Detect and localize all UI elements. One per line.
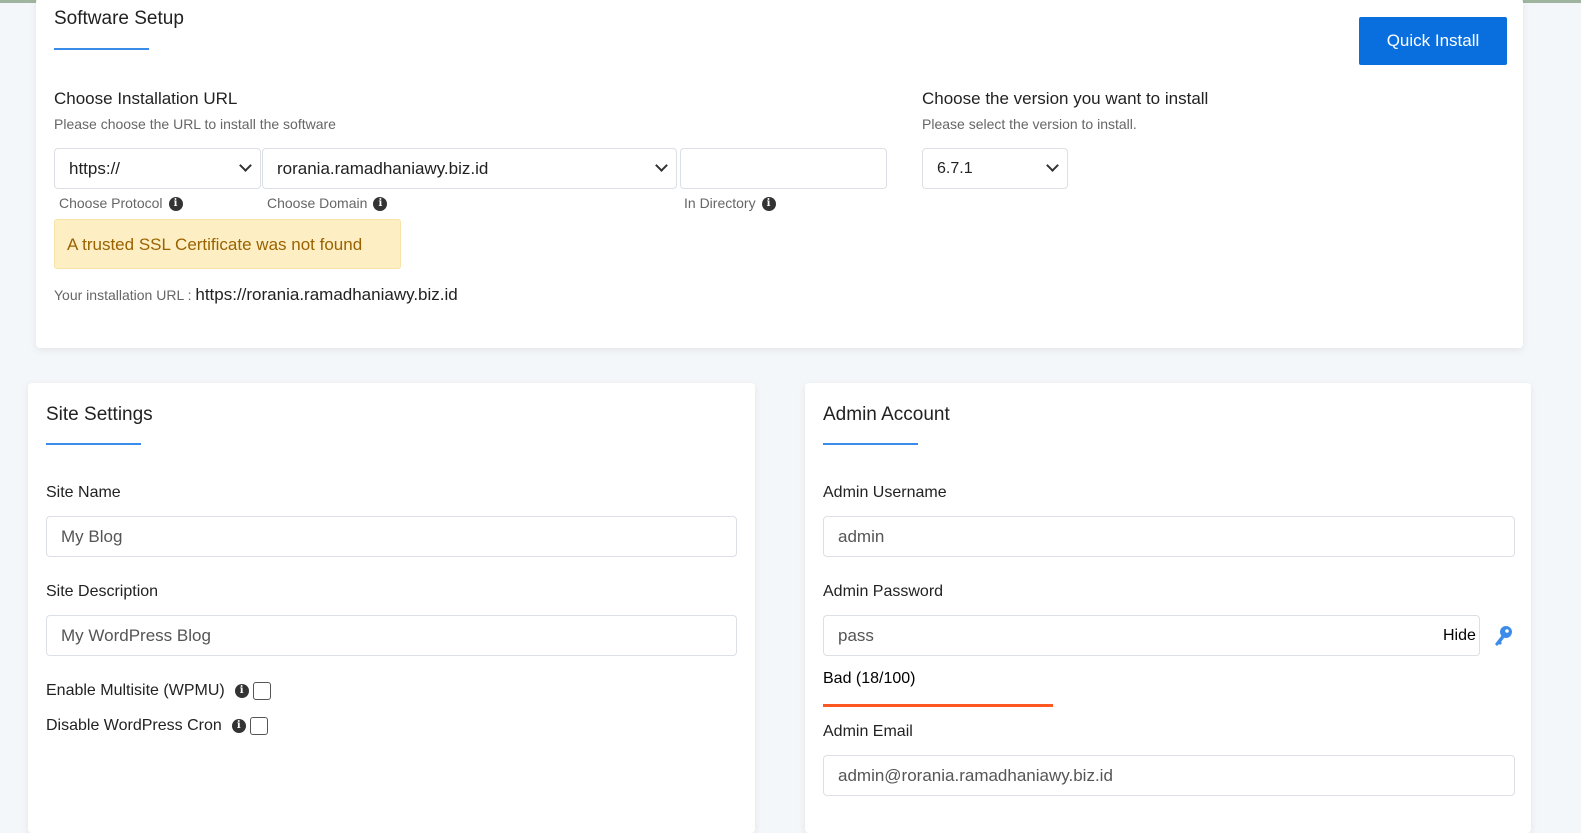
multisite-label: Enable Multisite (WPMU) xyxy=(46,682,225,700)
multisite-checkbox[interactable] xyxy=(252,682,271,700)
domain-value: rorania.ramadhaniawy.biz.id xyxy=(277,158,489,178)
info-icon[interactable]: i xyxy=(761,197,776,212)
directory-label: In Directory i xyxy=(684,195,776,212)
version-value: 6.7.1 xyxy=(937,159,973,177)
admin-email-input[interactable]: admin@rorania.ramadhaniawy.biz.id xyxy=(823,755,1515,796)
hide-password-button[interactable]: Hide xyxy=(1443,627,1476,645)
title-underline xyxy=(823,443,918,445)
admin-account-title: Admin Account xyxy=(823,404,950,425)
admin-password-label: Admin Password xyxy=(823,583,944,600)
scrollbar-track[interactable] xyxy=(1567,3,1581,822)
quick-install-button[interactable]: Quick Install xyxy=(1359,17,1507,65)
version-heading: Choose the version you want to install xyxy=(922,89,1209,108)
site-name-input[interactable]: My Blog xyxy=(46,516,737,557)
cron-checkbox[interactable] xyxy=(249,717,268,735)
ssl-warning: A trusted SSL Certificate was not found xyxy=(54,219,401,269)
site-description-label: Site Description xyxy=(46,583,159,600)
info-icon[interactable]: i xyxy=(234,684,249,698)
version-select[interactable]: 6.7.1 xyxy=(922,148,1068,189)
install-url-row: Your installation URL : https://rorania.… xyxy=(54,285,458,305)
domain-label: Choose Domain i xyxy=(267,195,388,212)
directory-input[interactable] xyxy=(680,148,887,189)
title-underline xyxy=(46,443,141,445)
install-url-value: https://rorania.ramadhaniawy.biz.id xyxy=(195,285,458,304)
version-subtext: Please select the version to install. xyxy=(922,116,1137,132)
admin-username-input[interactable]: admin xyxy=(823,516,1515,557)
chevron-down-icon xyxy=(1046,159,1059,172)
url-heading: Choose Installation URL xyxy=(54,89,238,108)
multisite-row: Enable Multisite (WPMU) i xyxy=(46,682,271,700)
chevron-down-icon xyxy=(239,159,252,172)
site-settings-title: Site Settings xyxy=(46,404,153,425)
domain-label-text: Choose Domain xyxy=(267,195,368,211)
password-strength-bar xyxy=(823,704,1054,707)
chevron-down-icon xyxy=(655,159,668,172)
protocol-label: Choose Protocol i xyxy=(59,195,183,212)
admin-username-label: Admin Username xyxy=(823,484,947,501)
key-icon[interactable] xyxy=(1491,624,1515,648)
directory-label-text: In Directory xyxy=(684,195,756,211)
site-name-label: Site Name xyxy=(46,484,121,501)
title-underline xyxy=(54,48,149,50)
info-icon[interactable]: i xyxy=(168,197,183,212)
software-setup-card: Software Setup Quick Install Choose Inst… xyxy=(36,0,1523,348)
url-subtext: Please choose the URL to install the sof… xyxy=(54,116,336,132)
site-description-input[interactable]: My WordPress Blog xyxy=(46,615,737,656)
cron-row: Disable WordPress Cron i xyxy=(46,717,268,735)
install-url-label: Your installation URL : xyxy=(54,287,192,303)
info-icon[interactable]: i xyxy=(373,197,388,212)
software-setup-title: Software Setup xyxy=(54,8,184,29)
protocol-value: https:// xyxy=(69,158,121,178)
protocol-label-text: Choose Protocol xyxy=(59,195,163,211)
password-strength-text: Bad (18/100) xyxy=(823,670,916,687)
site-settings-card: Site Settings Site Name My Blog Site Des… xyxy=(28,383,755,833)
cron-label: Disable WordPress Cron xyxy=(46,717,222,735)
admin-account-card: Admin Account Admin Username admin Admin… xyxy=(805,383,1531,833)
info-icon[interactable]: i xyxy=(231,719,246,733)
protocol-select[interactable]: https:// xyxy=(54,148,261,189)
admin-password-input[interactable]: pass xyxy=(823,615,1480,656)
admin-email-label: Admin Email xyxy=(823,723,913,740)
domain-select[interactable]: rorania.ramadhaniawy.biz.id xyxy=(262,148,677,189)
